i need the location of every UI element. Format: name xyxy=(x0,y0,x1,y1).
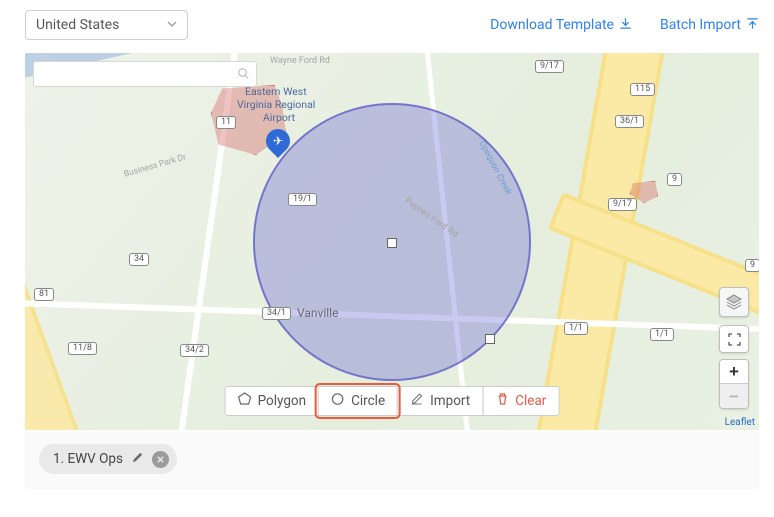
road-name: Wayne Ford Rd xyxy=(270,56,330,66)
edit-icon xyxy=(410,392,424,410)
route-shield: 34/2 xyxy=(180,344,209,357)
draw-toolbar: Polygon Circle Import Clear xyxy=(225,386,560,416)
route-shield: 11 xyxy=(216,116,236,129)
zoom-control: + − xyxy=(719,359,749,409)
route-shield: 9 xyxy=(667,173,682,186)
link-label: Download Template xyxy=(490,17,614,33)
circle-tool-button[interactable]: Circle xyxy=(318,386,398,416)
link-label: Batch Import xyxy=(660,17,741,33)
route-shield: 19/1 xyxy=(288,193,317,206)
circle-center-handle[interactable] xyxy=(387,238,397,248)
route-shield: 115 xyxy=(630,83,655,96)
pencil-icon[interactable] xyxy=(131,451,144,468)
route-shield: 9/17 xyxy=(535,60,564,73)
map-search-box[interactable] xyxy=(33,61,257,87)
trash-icon xyxy=(495,392,509,410)
fullscreen-button[interactable] xyxy=(719,325,749,353)
import-icon xyxy=(746,17,759,34)
layers-button[interactable] xyxy=(719,287,749,317)
map-canvas[interactable]: ✈ Eastern West Virginia Regional Airport… xyxy=(25,53,759,430)
route-shield: 81 xyxy=(34,288,54,301)
map-attribution: Leaflet xyxy=(725,417,755,428)
map-search-input[interactable] xyxy=(42,67,237,82)
route-shield: 34/1 xyxy=(262,307,291,320)
route-shield: 11/8 xyxy=(68,342,97,355)
import-tool-button[interactable]: Import xyxy=(397,386,483,416)
button-label: Clear xyxy=(515,393,546,409)
polygon-icon xyxy=(238,392,252,410)
country-select-value: United States xyxy=(36,17,119,33)
clear-tool-button[interactable]: Clear xyxy=(482,386,559,416)
circle-radius-handle[interactable] xyxy=(485,334,495,344)
zones-panel: 1. EWV Ops xyxy=(25,432,759,490)
route-shield: 1/1 xyxy=(650,328,674,341)
search-icon xyxy=(237,65,250,84)
button-label: Circle xyxy=(351,393,385,409)
chevron-down-icon xyxy=(167,17,177,33)
zone-chip-label: 1. EWV Ops xyxy=(53,451,123,467)
route-shield: 9 xyxy=(745,259,759,272)
route-shield: 34 xyxy=(129,253,149,266)
batch-import-link[interactable]: Batch Import xyxy=(660,17,759,34)
map-label: Airport xyxy=(263,111,295,124)
route-shield: 9/17 xyxy=(608,198,637,211)
zoom-in-button[interactable]: + xyxy=(720,360,748,384)
country-select[interactable]: United States xyxy=(25,10,188,40)
map-town-label: Vanville xyxy=(297,306,338,320)
button-label: Import xyxy=(430,393,470,409)
zone-chip[interactable]: 1. EWV Ops xyxy=(39,444,177,474)
button-label: Polygon xyxy=(258,393,306,409)
download-template-link[interactable]: Download Template xyxy=(490,17,632,34)
remove-zone-button[interactable] xyxy=(152,451,169,468)
polygon-tool-button[interactable]: Polygon xyxy=(225,386,319,416)
route-shield: 36/1 xyxy=(615,115,644,128)
download-icon xyxy=(619,17,632,34)
circle-icon xyxy=(331,392,345,410)
route-shield: 1/1 xyxy=(564,322,588,335)
zoom-out-button[interactable]: − xyxy=(720,384,748,408)
map-label: Virginia Regional xyxy=(237,98,315,111)
